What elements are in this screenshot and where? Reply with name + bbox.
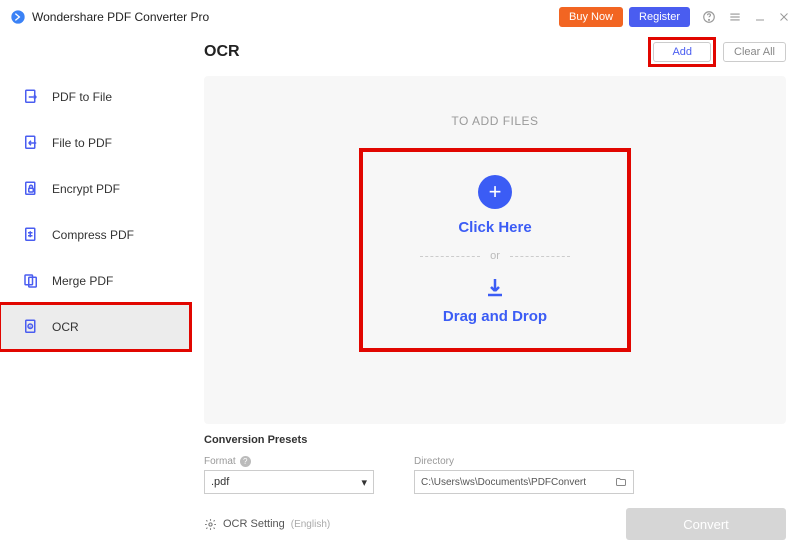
content-header: OCR Add Clear All <box>204 34 786 76</box>
download-icon <box>483 276 507 300</box>
conversion-presets: Conversion Presets Format ? .pdf ▾ Direc… <box>204 424 786 544</box>
ocr-setting-link[interactable]: OCR Setting (English) <box>204 518 330 531</box>
chevron-down-icon: ▾ <box>361 476 367 489</box>
help-icon[interactable] <box>702 10 716 24</box>
format-field: Format ? .pdf ▾ <box>204 456 374 494</box>
sidebar-item-label: OCR <box>52 320 79 334</box>
plus-icon[interactable]: + <box>478 175 512 209</box>
file-export-icon <box>22 88 40 106</box>
ocr-setting-label: OCR Setting <box>223 518 285 530</box>
logo-icon <box>10 9 26 25</box>
drag-drop-label: Drag and Drop <box>443 308 547 325</box>
menu-icon[interactable] <box>728 10 742 24</box>
sidebar-item-label: File to PDF <box>52 136 112 150</box>
sidebar: PDF to File File to PDF Encrypt PDF Comp… <box>0 34 190 556</box>
compress-icon <box>22 226 40 244</box>
sidebar-item-encrypt-pdf[interactable]: Encrypt PDF <box>0 166 190 212</box>
sidebar-item-label: Encrypt PDF <box>52 182 120 196</box>
format-label: Format ? <box>204 456 374 467</box>
add-button[interactable]: Add <box>653 42 711 62</box>
format-value: .pdf <box>211 476 229 488</box>
minimize-icon[interactable] <box>754 11 766 23</box>
lock-icon <box>22 180 40 198</box>
directory-label: Directory <box>414 456 634 467</box>
sidebar-item-label: Compress PDF <box>52 228 134 242</box>
directory-value: C:\Users\ws\Documents\PDFConvert <box>421 477 586 488</box>
sidebar-item-label: PDF to File <box>52 90 112 104</box>
file-drop-panel: TO ADD FILES + Click Here or Drag and Dr… <box>204 76 786 424</box>
directory-field: Directory C:\Users\ws\Documents\PDFConve… <box>414 456 634 494</box>
file-import-icon <box>22 134 40 152</box>
ocr-language: (English) <box>291 519 330 530</box>
sidebar-item-pdf-to-file[interactable]: PDF to File <box>0 74 190 120</box>
sidebar-item-ocr[interactable]: A OCR <box>0 304 190 350</box>
presets-title: Conversion Presets <box>204 434 786 446</box>
click-here-link[interactable]: Click Here <box>458 219 531 236</box>
gear-icon <box>204 518 217 531</box>
close-icon[interactable] <box>778 11 790 23</box>
page-title: OCR <box>204 43 240 61</box>
help-icon[interactable]: ? <box>240 456 251 467</box>
titlebar: Wondershare PDF Converter Pro Buy Now Re… <box>0 0 800 34</box>
app-name: Wondershare PDF Converter Pro <box>32 10 209 24</box>
to-add-label: TO ADD FILES <box>451 114 538 128</box>
buy-now-button[interactable]: Buy Now <box>559 7 623 27</box>
folder-icon[interactable] <box>615 476 627 488</box>
or-text: or <box>490 250 500 262</box>
or-divider: or <box>420 250 570 262</box>
sidebar-item-label: Merge PDF <box>52 274 113 288</box>
clear-all-button[interactable]: Clear All <box>723 42 786 62</box>
sidebar-item-file-to-pdf[interactable]: File to PDF <box>0 120 190 166</box>
register-button[interactable]: Register <box>629 7 690 27</box>
app-logo: Wondershare PDF Converter Pro <box>10 9 209 25</box>
add-button-highlight: Add <box>651 40 713 64</box>
format-select[interactable]: .pdf ▾ <box>204 470 374 494</box>
drop-zone[interactable]: + Click Here or Drag and Drop <box>363 152 627 348</box>
sidebar-item-compress-pdf[interactable]: Compress PDF <box>0 212 190 258</box>
convert-button[interactable]: Convert <box>626 508 786 540</box>
directory-input[interactable]: C:\Users\ws\Documents\PDFConvert <box>414 470 634 494</box>
content: OCR Add Clear All TO ADD FILES + Click H… <box>190 34 800 556</box>
merge-icon <box>22 272 40 290</box>
ocr-icon: A <box>22 318 40 336</box>
sidebar-item-merge-pdf[interactable]: Merge PDF <box>0 258 190 304</box>
